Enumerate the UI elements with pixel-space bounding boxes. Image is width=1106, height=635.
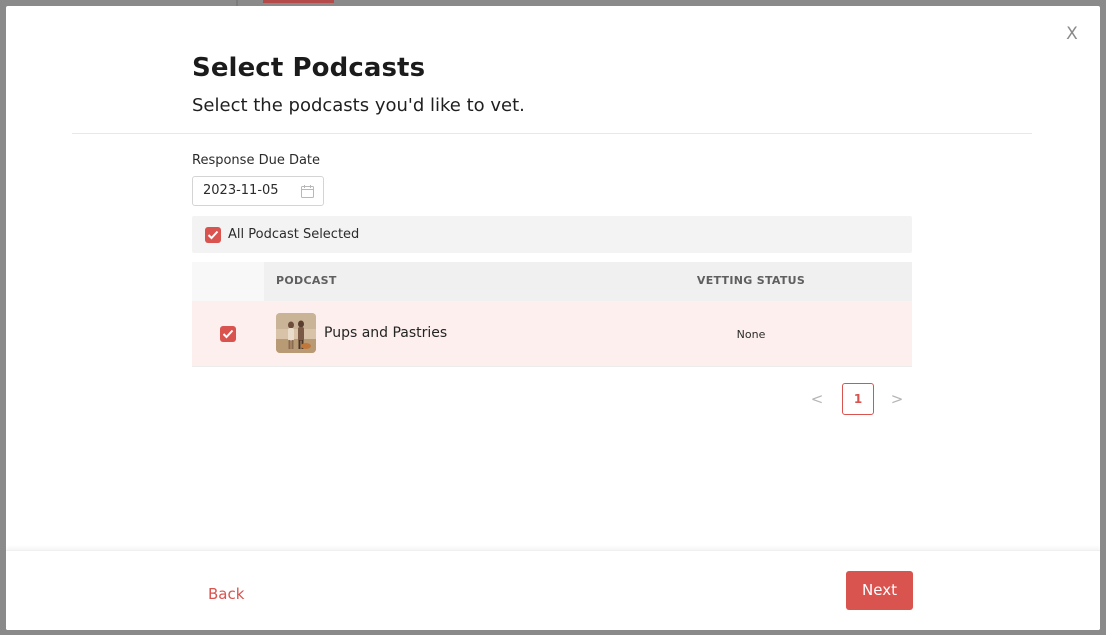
calendar-icon[interactable]	[301, 185, 314, 198]
due-date-label: Response Due Date	[192, 153, 321, 168]
due-date-picker[interactable]	[192, 176, 324, 206]
column-header-podcast: PODCAST	[276, 274, 337, 287]
background-active-tab-indicator	[263, 0, 334, 3]
podcast-table: PODCAST VETTING STATUS Pups and Pastries…	[192, 262, 912, 367]
column-header-vetting-status: VETTING STATUS	[696, 274, 806, 287]
header-divider	[72, 133, 1032, 134]
chevron-right-icon[interactable]: >	[882, 383, 912, 415]
page-title: Select Podcasts	[192, 53, 426, 83]
back-button[interactable]: Back	[194, 578, 258, 610]
select-all-label: All Podcast Selected	[228, 227, 360, 242]
select-all-checkbox[interactable]	[205, 227, 221, 243]
checkmark-icon	[222, 329, 234, 339]
pagination: < 1 >	[802, 383, 912, 415]
pagination-page-current[interactable]: 1	[842, 383, 874, 415]
close-icon[interactable]: X	[1063, 24, 1081, 44]
table-header: PODCAST VETTING STATUS	[192, 262, 912, 301]
page-subtitle: Select the podcasts you'd like to vet.	[192, 95, 525, 116]
select-podcasts-modal: X Select Podcasts Select the podcasts yo…	[6, 6, 1100, 630]
podcast-name[interactable]: Pups and Pastries	[324, 325, 447, 341]
table-header-select-cell	[192, 262, 264, 301]
vetting-status-value: None	[736, 328, 766, 341]
checkmark-icon	[207, 230, 219, 240]
next-button[interactable]: Next	[846, 571, 913, 610]
table-row[interactable]: Pups and Pastries None	[192, 301, 912, 367]
due-date-input[interactable]	[203, 183, 293, 198]
select-all-bar: All Podcast Selected	[192, 216, 912, 253]
row-select-checkbox[interactable]	[220, 326, 236, 342]
podcast-thumbnail	[276, 313, 316, 353]
modal-footer: Back Next	[6, 550, 1100, 630]
chevron-left-icon[interactable]: <	[802, 383, 832, 415]
